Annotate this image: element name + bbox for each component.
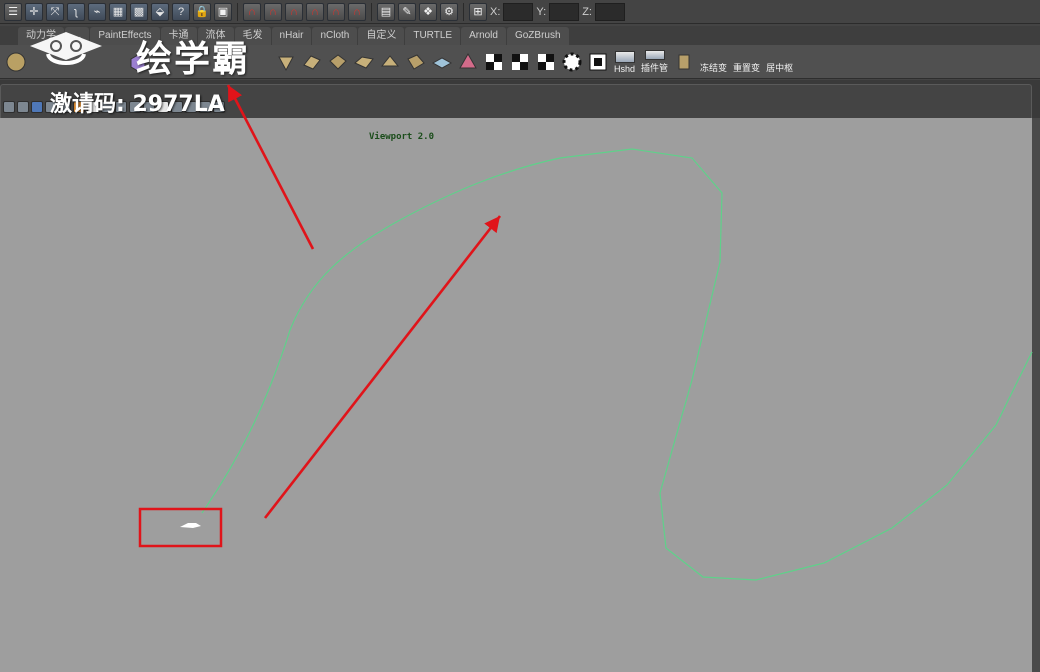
shelf-checker-icon[interactable] xyxy=(508,50,532,74)
shelf-checker-icon[interactable] xyxy=(534,50,558,74)
wireframe-icon[interactable] xyxy=(17,101,29,113)
shelf-tab[interactable]: Arnold xyxy=(461,27,506,45)
shelf-tab[interactable]: nHair xyxy=(271,27,312,45)
paint-icon[interactable]: ⌁ xyxy=(88,2,106,21)
shelf-plugin-button[interactable]: 插件管 xyxy=(639,49,670,74)
magnet-icon[interactable]: ∩ xyxy=(348,2,366,21)
shelf-tab[interactable]: GoZBrush xyxy=(506,27,569,45)
shelf-checker-icon[interactable] xyxy=(560,50,584,74)
snap-curve-icon[interactable]: ▩ xyxy=(130,2,148,21)
help-icon[interactable]: ? xyxy=(172,2,190,21)
viewport-scrollbar[interactable] xyxy=(1032,118,1040,672)
ipr-icon[interactable]: ✎ xyxy=(398,2,416,21)
shelf-checker-icon[interactable] xyxy=(482,50,506,74)
panel-menu-icon[interactable] xyxy=(3,101,15,113)
coord-z-label: Z: xyxy=(582,5,592,18)
magnet-icon[interactable]: ∩ xyxy=(243,2,261,21)
shelf-hshd-label: Hshd xyxy=(614,63,636,74)
snap-grid-icon[interactable]: ▦ xyxy=(109,2,127,21)
viewport-renderer-label: Viewport 2.0 xyxy=(369,132,435,142)
coord-z-field[interactable] xyxy=(594,2,625,21)
watermark-brand: 绘学霸 xyxy=(136,39,251,80)
shelf-tab[interactable]: nCloth xyxy=(312,27,358,45)
separator xyxy=(237,2,238,21)
render-icon[interactable]: ▣ xyxy=(214,2,232,21)
shelf-poly-icon[interactable] xyxy=(326,50,350,74)
shelf-freeze-button[interactable]: 冻结变 xyxy=(698,50,729,74)
shelf-checker-icon[interactable] xyxy=(586,50,610,74)
shelf-sphere-icon[interactable] xyxy=(4,50,28,74)
shelf-poly-icon[interactable] xyxy=(352,50,376,74)
render-settings-icon[interactable]: ⚙ xyxy=(440,2,458,21)
shelf-hshd-icon xyxy=(614,50,635,63)
shelf-plugin-label: 插件管 xyxy=(641,62,669,73)
shelf-poly-icon[interactable] xyxy=(274,50,298,74)
input-mode-icon[interactable]: ⊞ xyxy=(469,2,487,21)
menu-icon[interactable]: ☰ xyxy=(4,2,22,21)
select-icon[interactable]: ✛ xyxy=(25,2,43,21)
shelf-tab[interactable]: TURTLE xyxy=(405,27,461,45)
watermark-invite-code: 激请码: 2977LA xyxy=(50,92,225,117)
magnet-icon[interactable]: ∩ xyxy=(306,2,324,21)
lasso-icon[interactable]: ʅ xyxy=(67,2,85,21)
coord-y: Y: xyxy=(536,2,580,21)
move-icon[interactable]: ⤧ xyxy=(46,2,64,21)
shelf-reset-button[interactable]: 重置变 xyxy=(731,50,762,74)
shelf-poly-icon[interactable] xyxy=(300,50,324,74)
shelf-freeze-label: 冻结变 xyxy=(700,62,728,73)
magnet-icon[interactable]: ∩ xyxy=(264,2,282,21)
snap-point-icon[interactable]: ⬙ xyxy=(151,2,169,21)
shelf-hshd-button[interactable]: Hshd xyxy=(612,50,637,74)
coord-x: X: xyxy=(490,2,534,21)
hypershade-icon[interactable]: ❖ xyxy=(419,2,437,21)
shelf-poly-icon[interactable] xyxy=(404,50,428,74)
separator xyxy=(371,2,372,21)
smooth-shade-icon[interactable] xyxy=(31,101,43,113)
history-icon[interactable]: 🔒 xyxy=(193,2,211,21)
coord-y-label: Y: xyxy=(536,5,547,18)
shelf-plane-icon[interactable] xyxy=(430,50,454,74)
shelf-cone-icon[interactable] xyxy=(456,50,480,74)
shelf-tab[interactable]: 自定义 xyxy=(358,27,405,45)
status-line: ☰ ✛ ⤧ ʅ ⌁ ▦ ▩ ⬙ ? 🔒 ▣ ∩ ∩ ∩ ∩ ∩ ∩ ▤ ✎ ❖ … xyxy=(0,0,1040,24)
render-view-icon[interactable]: ▤ xyxy=(377,2,395,21)
shelf-center-pivot-button[interactable]: 居中枢 xyxy=(764,50,795,74)
watermark-logo xyxy=(30,32,102,65)
magnet-icon[interactable]: ∩ xyxy=(285,2,303,21)
magnet-icon[interactable]: ∩ xyxy=(327,2,345,21)
separator xyxy=(463,2,464,21)
shelf-plugin-icon xyxy=(644,49,665,60)
coord-z: Z: xyxy=(582,2,625,21)
shelf-cylinder-icon[interactable] xyxy=(672,50,696,74)
coord-y-field[interactable] xyxy=(549,2,580,21)
viewport[interactable] xyxy=(0,118,1032,672)
shelf-poly-icon[interactable] xyxy=(378,50,402,74)
coord-x-field[interactable] xyxy=(503,2,534,21)
coord-x-label: X: xyxy=(490,5,501,18)
shelf-reset-label: 重置变 xyxy=(733,62,761,73)
shelf-center-pivot-label: 居中枢 xyxy=(766,62,794,73)
